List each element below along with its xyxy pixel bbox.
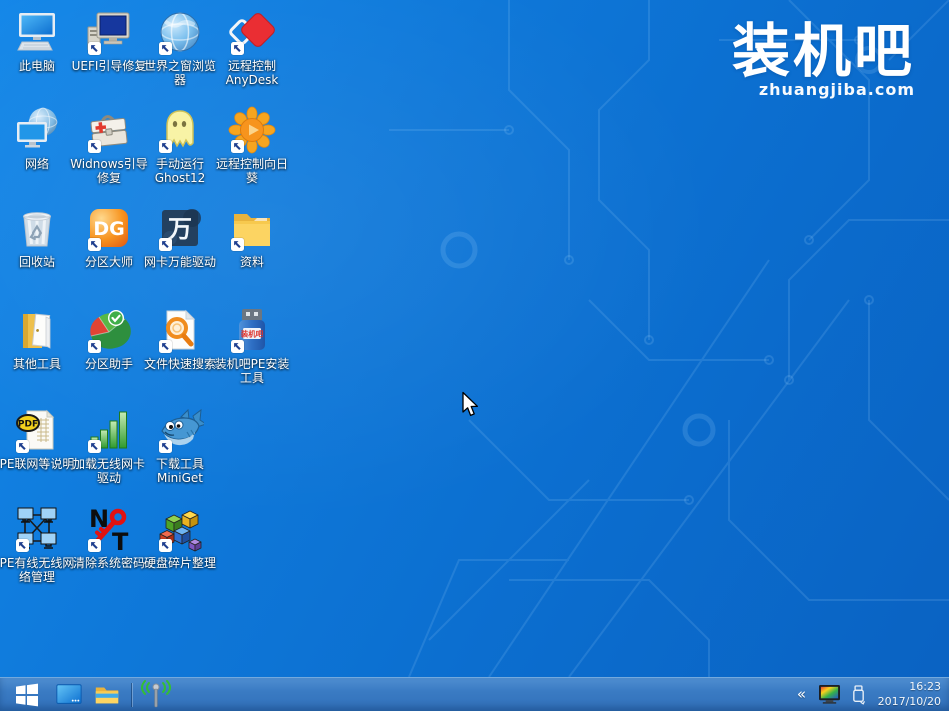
pie-check-icon — [85, 306, 133, 354]
windows-logo-icon — [14, 682, 40, 708]
taskbar: « 16:23 2017/10/20 — [0, 677, 949, 711]
desktop-icon-label: 资料 — [211, 255, 293, 269]
anydesk-icon — [228, 8, 276, 56]
shortcut-arrow-icon — [159, 42, 172, 55]
shortcut-arrow-icon — [16, 440, 29, 453]
start-button[interactable] — [4, 678, 50, 712]
shortcut-arrow-icon — [159, 539, 172, 552]
wireless-network-button[interactable] — [137, 678, 175, 712]
desktop-icon-zhuangjiba-pe-installer[interactable]: 装机吧装机吧PE安装工具 — [204, 306, 300, 386]
shortcut-arrow-icon — [231, 42, 244, 55]
tray-expand-chevron-icon[interactable]: « — [795, 687, 808, 702]
desktop-icon-label: 硬盘碎片整理 — [139, 556, 221, 570]
desktop-icon-sunflower-remote[interactable]: 远程控制向日葵 — [204, 106, 300, 186]
desktop-icon-disk-defrag[interactable]: 硬盘碎片整理 — [132, 505, 228, 570]
signal-bars-icon — [85, 406, 133, 454]
network-icon — [13, 106, 61, 154]
brand-logo-domain: zhuangjiba.com — [732, 82, 915, 98]
doc-search-icon — [156, 306, 204, 354]
sunflower-icon — [228, 106, 276, 154]
shortcut-arrow-icon — [159, 238, 172, 251]
tray-icons — [818, 684, 867, 705]
wan-icon: 万 — [156, 204, 204, 252]
cubes-icon — [156, 505, 204, 553]
ghost-icon — [156, 106, 204, 154]
brand-logo: 装机吧 zhuangjiba.com — [732, 22, 915, 98]
taskbar-buttons — [50, 678, 175, 711]
shortcut-arrow-icon — [88, 440, 101, 453]
svg-text:装机吧: 装机吧 — [240, 329, 264, 339]
taskbar-clock[interactable]: 16:23 2017/10/20 — [877, 680, 941, 709]
shortcut-arrow-icon — [88, 42, 101, 55]
svg-text:PDF: PDF — [18, 420, 38, 430]
shortcut-arrow-icon — [231, 140, 244, 153]
desktop-icon-data-folder[interactable]: 资料 — [204, 204, 300, 269]
dg-icon: DG — [85, 204, 133, 252]
desktop-icon-label: 下载工具MiniGet — [139, 457, 221, 486]
system-tray: « 16:23 2017/10/20 — [795, 680, 941, 709]
desktop-icon-label: 远程控制AnyDesk — [211, 59, 293, 88]
recycle-bin-icon — [13, 204, 61, 252]
desktop-icon-label: 远程控制向日葵 — [211, 157, 293, 186]
shortcut-arrow-icon — [159, 340, 172, 353]
usb-device-tray-icon[interactable] — [850, 684, 867, 705]
nt-key-icon: NT — [85, 505, 133, 553]
shortcut-arrow-icon — [159, 140, 172, 153]
pc-icon — [13, 8, 61, 56]
svg-text:DG: DG — [93, 218, 124, 240]
mouse-cursor — [461, 391, 481, 419]
display-settings-tray-icon[interactable] — [818, 684, 841, 705]
folder-icon — [228, 204, 276, 252]
desktop-icon-label: 装机吧PE安装工具 — [211, 357, 293, 386]
pdf-doc-icon: PDF — [13, 406, 61, 454]
pc-tower-icon — [85, 8, 133, 56]
clock-time: 16:23 — [877, 680, 941, 694]
taskbar-divider — [131, 683, 132, 707]
svg-text:T: T — [112, 528, 129, 553]
globe-icon — [156, 8, 204, 56]
show-desktop-button[interactable] — [50, 678, 88, 712]
usb-icon: 装机吧 — [228, 306, 276, 354]
desktop-icon-anydesk-remote-control[interactable]: 远程控制AnyDesk — [204, 8, 300, 88]
toolbox-icon — [85, 106, 133, 154]
folder-open-icon — [13, 306, 61, 354]
brand-logo-text: 装机吧 — [732, 22, 915, 80]
shortcut-arrow-icon — [88, 238, 101, 251]
desktop-icon-miniget-downloader[interactable]: 下载工具MiniGet — [132, 406, 228, 486]
shark-icon — [156, 406, 204, 454]
topology-icon — [13, 505, 61, 553]
clock-date: 2017/10/20 — [877, 695, 941, 709]
desktop[interactable]: 装机吧 zhuangjiba.com 此电脑UEFI引导修复世界之窗浏览器远程控… — [0, 0, 949, 711]
circuit-pattern-decoration — [349, 0, 949, 677]
file-explorer-button[interactable] — [88, 678, 126, 712]
shortcut-arrow-icon — [231, 238, 244, 251]
shortcut-arrow-icon — [88, 539, 101, 552]
shortcut-arrow-icon — [231, 340, 244, 353]
shortcut-arrow-icon — [159, 440, 172, 453]
shortcut-arrow-icon — [88, 140, 101, 153]
shortcut-arrow-icon — [16, 539, 29, 552]
shortcut-arrow-icon — [88, 340, 101, 353]
